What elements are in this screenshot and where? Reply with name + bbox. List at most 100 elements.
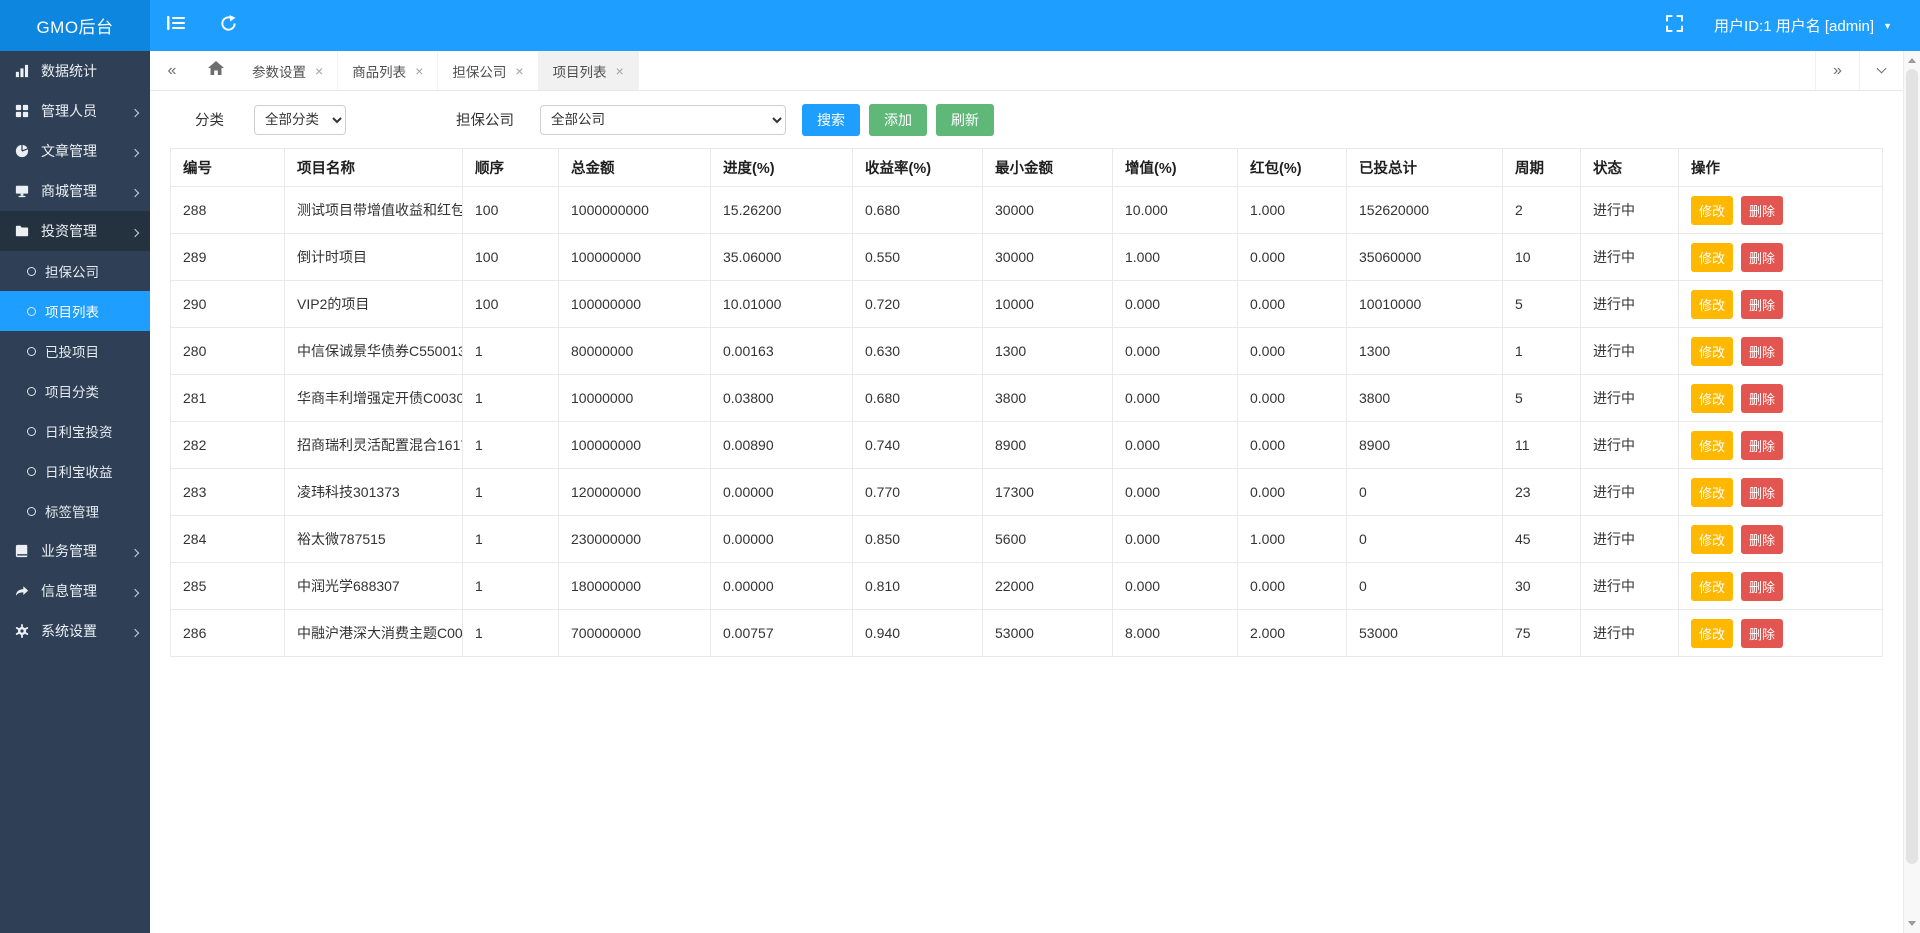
sidebar-item-14[interactable]: 系统设置 — [0, 611, 150, 651]
table-cell: 700000000 — [558, 609, 711, 657]
delete-button[interactable]: 删除 — [1741, 430, 1783, 460]
search-button[interactable]: 搜索 — [802, 103, 860, 136]
company-select[interactable]: 全部公司 — [540, 104, 786, 135]
close-icon[interactable]: × — [515, 64, 523, 78]
sidebar-item-12[interactable]: 业务管理 — [0, 531, 150, 571]
delete-button[interactable]: 删除 — [1741, 383, 1783, 413]
top-header: GMO后台 用户ID:1 用户名 [admin] ▼ — [0, 0, 1920, 51]
table-cell: 282 — [170, 421, 285, 469]
table-cell: 0.000 — [1237, 233, 1347, 281]
sidebar-subitem-9[interactable]: 日利宝投资 — [0, 411, 150, 451]
table-cell: 0 — [1346, 468, 1503, 516]
actions-cell: 修改 删除 — [1678, 421, 1883, 469]
add-button[interactable]: 添加 — [869, 103, 927, 136]
scroll-down-arrow-icon[interactable] — [1904, 915, 1920, 932]
sidebar-subitem-label: 担保公司 — [45, 265, 99, 280]
table-cell: 120000000 — [558, 468, 711, 516]
sidebar-item-3[interactable]: 商城管理 — [0, 171, 150, 211]
sidebar-item-2[interactable]: 文章管理 — [0, 131, 150, 171]
table-cell: 10000 — [982, 280, 1113, 328]
edit-button[interactable]: 修改 — [1691, 477, 1733, 507]
table-cell: VIP2的项目 — [284, 280, 463, 328]
delete-button[interactable]: 删除 — [1741, 571, 1783, 601]
tab-3[interactable]: 项目列表 × — [538, 51, 639, 90]
category-select[interactable]: 全部分类 — [254, 104, 346, 135]
sidebar-subitem-label: 日利宝投资 — [45, 425, 113, 440]
app-logo: GMO后台 — [0, 0, 150, 51]
tab-0[interactable]: 参数设置 × — [238, 51, 339, 90]
delete-button[interactable]: 删除 — [1741, 336, 1783, 366]
edit-button[interactable]: 修改 — [1691, 383, 1733, 413]
table-cell: 0.550 — [852, 233, 983, 281]
sidebar-item-13[interactable]: 信息管理 — [0, 571, 150, 611]
scrollbar-thumb[interactable] — [1906, 69, 1918, 864]
table-row: 284 裕太微787515 1 230000000 0.00000 0.850 5600 0.… — [170, 515, 1883, 563]
close-icon[interactable]: × — [616, 64, 624, 78]
grid-icon — [15, 103, 32, 119]
tabs-scroll-left-button[interactable]: « — [150, 51, 194, 90]
gear-icon — [15, 623, 32, 639]
vertical-scrollbar[interactable] — [1903, 51, 1920, 933]
user-dropdown[interactable]: 用户ID:1 用户名 [admin] ▼ — [1700, 0, 1920, 51]
delete-button[interactable]: 删除 — [1741, 195, 1783, 225]
home-tab[interactable] — [194, 51, 238, 90]
tabs-menu-button[interactable] — [1859, 51, 1903, 90]
edit-button[interactable]: 修改 — [1691, 242, 1733, 272]
edit-button[interactable]: 修改 — [1691, 336, 1733, 366]
table-cell: 100 — [462, 186, 559, 234]
chevron-right-icon — [130, 223, 140, 239]
sidebar-item-0[interactable]: 数据统计 — [0, 51, 150, 91]
chevron-right-icon — [130, 103, 140, 119]
tab-2[interactable]: 担保公司 × — [438, 51, 539, 90]
delete-button[interactable]: 删除 — [1741, 477, 1783, 507]
tab-label: 参数设置 — [252, 64, 306, 80]
fullscreen-button[interactable] — [1648, 0, 1700, 51]
delete-button[interactable]: 删除 — [1741, 289, 1783, 319]
column-header: 周期 — [1502, 148, 1581, 187]
edit-button[interactable]: 修改 — [1691, 195, 1733, 225]
table-cell: 53000 — [1346, 609, 1503, 657]
edit-button[interactable]: 修改 — [1691, 571, 1733, 601]
sidebar-subitem-8[interactable]: 项目分类 — [0, 371, 150, 411]
table-row: 283 凌玮科技301373 1 120000000 0.00000 0.770 17300… — [170, 468, 1883, 516]
status-text: 进行中 — [1580, 186, 1679, 234]
delete-button[interactable]: 删除 — [1741, 618, 1783, 648]
sidebar-subitem-11[interactable]: 标签管理 — [0, 491, 150, 531]
refresh-page-button[interactable] — [202, 0, 254, 51]
category-label: 分类 — [195, 113, 224, 129]
collapse-menu-button[interactable] — [150, 0, 202, 51]
close-icon[interactable]: × — [315, 64, 323, 78]
sidebar-subitem-10[interactable]: 日利宝收益 — [0, 451, 150, 491]
close-icon[interactable]: × — [415, 64, 423, 78]
folder-icon — [15, 223, 32, 239]
edit-button[interactable]: 修改 — [1691, 618, 1733, 648]
tab-1[interactable]: 商品列表 × — [338, 51, 439, 90]
scroll-up-arrow-icon[interactable] — [1904, 52, 1920, 69]
user-label: 用户ID:1 用户名 [admin] — [1714, 18, 1875, 35]
sidebar-subitem-6[interactable]: 项目列表 — [0, 291, 150, 331]
table-cell: 5 — [1502, 374, 1581, 422]
sidebar-item-label: 信息管理 — [41, 583, 97, 599]
table-cell: 180000000 — [558, 562, 711, 610]
tabs-scroll-right-button[interactable]: » — [1815, 51, 1859, 90]
table-cell: 2.000 — [1237, 609, 1347, 657]
edit-button[interactable]: 修改 — [1691, 430, 1733, 460]
table-row: 281 华商丰利增强定开债C003093 1 10000000 0.03800 0.680… — [170, 374, 1883, 422]
edit-button[interactable]: 修改 — [1691, 289, 1733, 319]
delete-button[interactable]: 删除 — [1741, 524, 1783, 554]
edit-button[interactable]: 修改 — [1691, 524, 1733, 554]
sidebar-item-label: 文章管理 — [41, 143, 97, 159]
sidebar-subitem-5[interactable]: 担保公司 — [0, 251, 150, 291]
table-cell: 22000 — [982, 562, 1113, 610]
delete-button[interactable]: 删除 — [1741, 242, 1783, 272]
sidebar-item-label: 系统设置 — [41, 623, 97, 639]
column-header: 总金额 — [558, 148, 711, 187]
refresh-button[interactable]: 刷新 — [936, 103, 994, 136]
table-cell: 凌玮科技301373 — [284, 468, 463, 516]
table-cell: 10000000 — [558, 374, 711, 422]
table-cell: 0.00163 — [710, 327, 853, 375]
sidebar-subitem-7[interactable]: 已投项目 — [0, 331, 150, 371]
sidebar-item-1[interactable]: 管理人员 — [0, 91, 150, 131]
column-header: 收益率(%) — [852, 148, 983, 187]
sidebar-item-4[interactable]: 投资管理 — [0, 211, 150, 251]
